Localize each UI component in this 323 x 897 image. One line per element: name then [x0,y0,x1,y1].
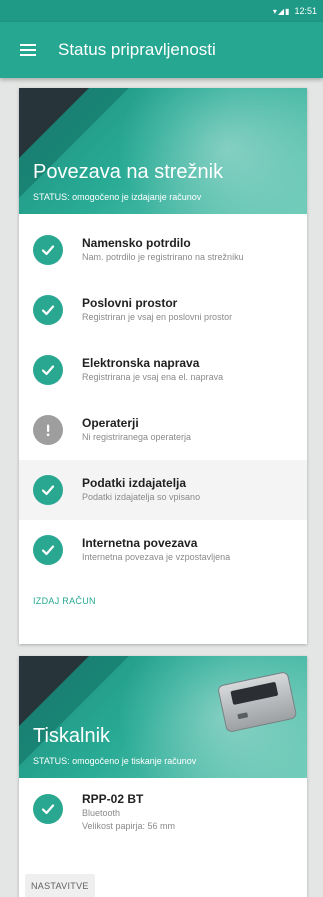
list-item-internetna-povezava[interactable]: Internetna povezava Internetna povezava … [19,520,307,580]
check-circle-icon [33,475,63,505]
hamburger-menu-icon[interactable] [0,22,56,78]
app-bar: Status pripravljenosti [0,22,323,78]
check-circle-icon [33,235,63,265]
page-title: Status pripravljenosti [58,40,216,59]
check-circle-icon [33,295,63,325]
list-item-title: Operaterji [82,416,139,430]
printer-connection: Bluetooth [82,808,121,818]
list-item-title: Internetna povezava [82,536,198,550]
signal-icons: ▾◢▮ [272,6,291,16]
list-item-subtitle: Podatki izdajatelja so vpisano [82,492,201,502]
list-item-subtitle: Internetna povezava je vzpostavljena [82,552,231,562]
status-time: 12:51 [294,6,317,16]
warning-circle-icon [33,415,63,445]
list-item-subtitle: Ni registriranega operaterja [82,432,192,442]
list-item-title: Podatki izdajatelja [82,476,187,490]
list-item-elektronska-naprava[interactable]: Elektronska naprava Registrirana je vsaj… [19,340,307,400]
printer-card-title: Tiskalnik [33,725,111,747]
status-bar: ▾◢▮ 12:51 [0,0,323,22]
list-item-title: Namensko potrdilo [82,236,191,250]
list-item-subtitle: Nam. potrdilo je registrirano na strežni… [82,252,244,262]
list-item-operaterji[interactable]: Operaterji Ni registriranega operaterja [19,400,307,460]
list-item-subtitle: Registriran je vsaj en poslovni prostor [82,312,233,322]
list-item-poslovni-prostor[interactable]: Poslovni prostor Registriran je vsaj en … [19,280,307,340]
list-item-title: Elektronska naprava [82,356,200,370]
server-card-status: STATUS: omogočeno je izdajanje računov [33,192,202,202]
settings-button[interactable]: NASTAVITVE [25,874,95,897]
list-item-subtitle: Registrirana je vsaj ena el. naprava [82,372,224,382]
list-item-podatki-izdajatelja[interactable]: Podatki izdajatelja Podatki izdajatelja … [19,460,307,520]
server-card-title: Povezava na strežnik [33,161,224,183]
printer-name: RPP-02 BT [82,792,144,806]
printer-card: Tiskalnik STATUS: omogočeno je tiskanje … [19,656,307,897]
check-circle-icon [33,794,63,824]
server-connection-card: Povezava na strežnik STATUS: omogočeno j… [19,88,307,644]
printer-card-status: STATUS: omogočeno je tiskanje računov [33,756,197,766]
list-item-namensko-potrdilo[interactable]: Namensko potrdilo Nam. potrdilo je regis… [19,220,307,280]
server-check-list: Namensko potrdilo Nam. potrdilo je regis… [19,214,307,580]
check-circle-icon [33,355,63,385]
printer-card-header: Tiskalnik STATUS: omogočeno je tiskanje … [19,656,307,778]
issue-invoice-button[interactable]: IZDAJ RAČUN [27,588,102,614]
printer-paper-size: Velikost papirja: 56 mm [82,821,176,831]
printer-device-item[interactable]: RPP-02 BT Bluetooth Velikost papirja: 56… [19,778,307,868]
server-card-header: Povezava na strežnik STATUS: omogočeno j… [19,88,307,214]
check-circle-icon [33,535,63,565]
list-item-title: Poslovni prostor [82,296,178,310]
